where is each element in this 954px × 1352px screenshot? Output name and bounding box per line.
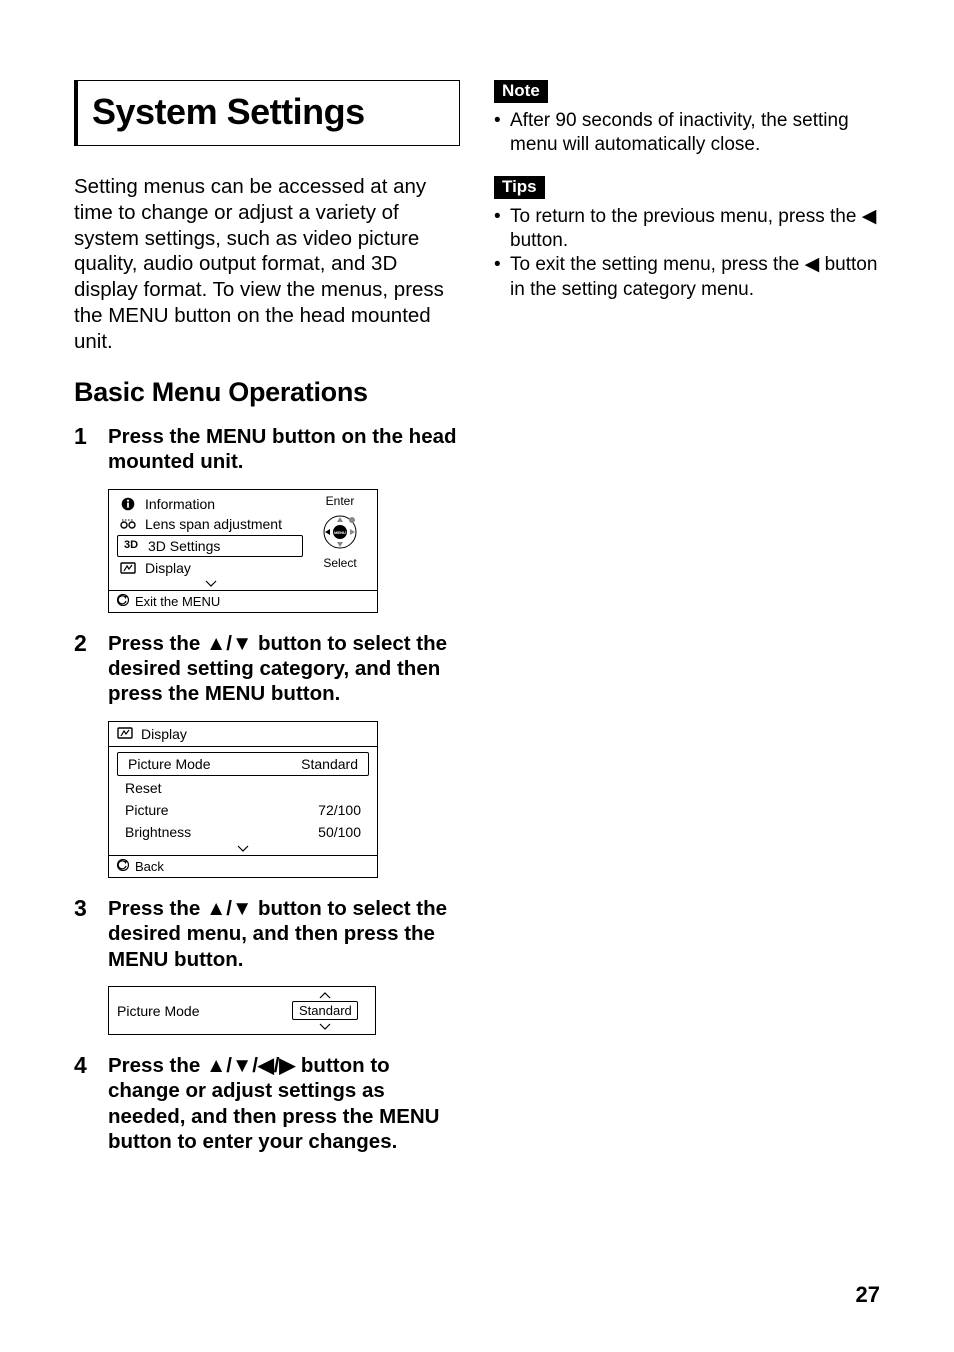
value-stepper: Standard (283, 989, 367, 1032)
row-label: Reset (125, 780, 162, 796)
note-list: • After 90 seconds of inactivity, the se… (494, 109, 880, 158)
bullet-icon: • (494, 205, 506, 254)
menu-row-reset: Reset (115, 777, 371, 799)
intro-text: Setting menus can be accessed at any tim… (74, 174, 460, 355)
menu-header-text: Display (141, 726, 187, 742)
step-1: 1 Press the MENU button on the head moun… (74, 424, 460, 475)
menu-item-3d-selected: 3D 3D Settings (117, 535, 303, 557)
row-label: Picture Mode (128, 756, 210, 772)
dpad-icon: MENU (320, 512, 360, 552)
menu-item-label: 3D Settings (148, 539, 220, 553)
note-bullet: • After 90 seconds of inactivity, the se… (494, 109, 880, 158)
menu-body: Information Lens span adjustment 3D 3D S… (109, 490, 377, 591)
tips-tag: Tips (494, 176, 545, 199)
page: System Settings Setting menus can be acc… (0, 0, 954, 1352)
row-value: Standard (292, 1001, 358, 1020)
row-value: 50/100 (318, 824, 361, 840)
step-text: Press the ▲/▼ button to select the desir… (108, 896, 460, 972)
step-2: 2 Press the ▲/▼ button to select the des… (74, 631, 460, 707)
step-list-cont2: 3 Press the ▲/▼ button to select the des… (74, 896, 460, 972)
arrow-all-icon: ▲/▼/◀/▶ (206, 1054, 295, 1077)
step-3: 3 Press the ▲/▼ button to select the des… (74, 896, 460, 972)
figure-picture-mode-adjust: Picture Mode Standard (108, 986, 460, 1035)
step-text: Press the MENU button on the head mounte… (108, 424, 460, 475)
menu-screenshot: Picture Mode Standard (108, 986, 376, 1035)
step-text: Press the ▲/▼ button to select the desir… (108, 631, 460, 707)
chevron-down-icon (115, 843, 371, 855)
menu-row-picture: Picture 72/100 (115, 799, 371, 821)
menu-item-display: Display (115, 558, 307, 578)
back-icon (117, 594, 129, 609)
row-label: Picture (125, 802, 169, 818)
menu-item-information: Information (115, 494, 307, 514)
tips-list: • To return to the previous menu, press … (494, 205, 880, 302)
back-icon (117, 859, 129, 874)
step-number: 1 (74, 424, 96, 475)
arrow-up-down-icon: ▲/▼ (206, 897, 252, 920)
step-text: Press the ▲/▼/◀/▶ button to change or ad… (108, 1053, 460, 1155)
note-text: After 90 seconds of inactivity, the sett… (510, 109, 880, 158)
tip-text: To exit the setting menu, press the ◀ bu… (510, 253, 880, 302)
menu-screenshot: Information Lens span adjustment 3D 3D S… (108, 489, 378, 613)
row-value: Standard (301, 756, 358, 772)
row-value: 72/100 (318, 802, 361, 818)
menu-screenshot: Display Picture Mode Standard Reset Pict… (108, 721, 378, 878)
step-list: 1 Press the MENU button on the head moun… (74, 424, 460, 475)
menu-row-picture-mode-selected: Picture Mode Standard (117, 752, 369, 776)
menu-item-label: Information (145, 497, 215, 511)
display-icon (119, 562, 137, 574)
enter-label: Enter (326, 494, 355, 508)
menu-item-label: Display (145, 561, 191, 575)
bullet-icon: • (494, 253, 506, 302)
arrow-up-down-icon: ▲/▼ (206, 632, 252, 655)
menu-footer: Back (109, 856, 377, 877)
step-4: 4 Press the ▲/▼/◀/▶ button to change or … (74, 1053, 460, 1155)
figure-display-submenu: Display Picture Mode Standard Reset Pict… (108, 721, 460, 878)
note-tag: Note (494, 80, 548, 103)
menu-item-label: Lens span adjustment (145, 517, 282, 531)
chevron-up-icon (318, 989, 332, 1001)
chevron-down-icon (318, 1020, 332, 1032)
select-label: Select (323, 556, 356, 570)
menu-body: Picture Mode Standard Reset Picture 72/1… (109, 747, 377, 856)
threed-icon: 3D (122, 540, 140, 551)
step-number: 4 (74, 1053, 96, 1155)
left-column: System Settings Setting menus can be acc… (74, 80, 460, 1352)
lens-icon (119, 519, 137, 529)
page-title: System Settings (92, 91, 447, 133)
tip-bullet: • To return to the previous menu, press … (494, 205, 880, 254)
menu-row-brightness: Brightness 50/100 (115, 821, 371, 843)
menu-item-lens: Lens span adjustment (115, 514, 307, 534)
step-list-cont3: 4 Press the ▲/▼/◀/▶ button to change or … (74, 1053, 460, 1155)
step-number: 2 (74, 631, 96, 707)
tip-bullet: • To exit the setting menu, press the ◀ … (494, 253, 880, 302)
chevron-down-icon (115, 578, 307, 590)
row-label: Brightness (125, 824, 191, 840)
step-number: 3 (74, 896, 96, 972)
display-icon (117, 726, 133, 742)
subheading: Basic Menu Operations (74, 377, 460, 408)
info-icon (119, 497, 137, 511)
arrow-left-icon: ◀ (862, 206, 877, 227)
right-column: Note • After 90 seconds of inactivity, t… (494, 80, 880, 1352)
footer-text: Exit the MENU (135, 594, 220, 609)
bullet-icon: • (494, 109, 506, 158)
figure-menu-categories: Information Lens span adjustment 3D 3D S… (108, 489, 460, 613)
title-box: System Settings (74, 80, 460, 146)
footer-text: Back (135, 859, 164, 874)
menu-header: Display (109, 722, 377, 747)
step-list-cont: 2 Press the ▲/▼ button to select the des… (74, 631, 460, 707)
menu-right-panel: Enter MENU Select (307, 490, 377, 590)
tip-text: To return to the previous menu, press th… (510, 205, 880, 254)
menu-footer: Exit the MENU (109, 591, 377, 612)
arrow-left-icon: ◀ (805, 254, 820, 275)
row-label: Picture Mode (117, 1003, 275, 1019)
svg-text:MENU: MENU (334, 530, 346, 535)
menu-items: Information Lens span adjustment 3D 3D S… (109, 490, 307, 590)
page-number: 27 (856, 1282, 880, 1308)
